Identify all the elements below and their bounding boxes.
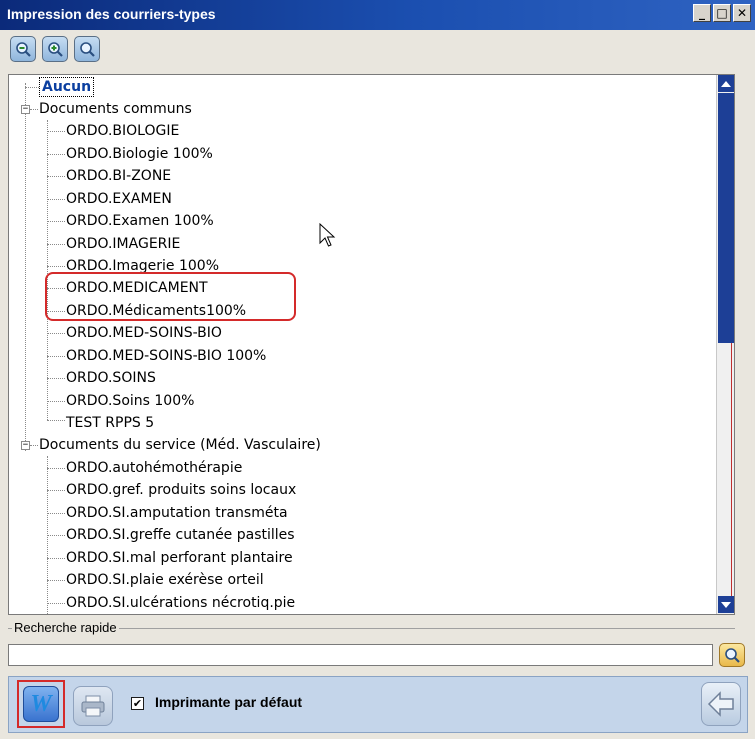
tree-item[interactable]: ORDO.Soins 100% [66,390,194,412]
title-bar[interactable]: Impression des courriers-types _ □ ✕ [0,0,755,30]
tree-connector [47,420,65,421]
collapse-all-button[interactable] [10,36,36,62]
window-title: Impression des courriers-types [7,6,216,22]
tree-item[interactable]: ORDO.SI.greffe cutanée pastilles [66,524,295,546]
tree-connector [47,244,65,245]
scroll-thumb[interactable] [718,93,734,343]
scroll-track-marker [731,343,732,596]
search-tree-button[interactable] [74,36,100,62]
minimize-button[interactable]: _ [693,4,711,22]
window-controls: _ □ ✕ [693,4,751,22]
quick-search-input[interactable] [8,644,713,666]
tree-item[interactable]: ORDO.Biologie 100% [66,143,213,165]
word-glyph: W [30,690,52,717]
default-printer-label: Imprimante par défaut [155,694,303,710]
tree-item[interactable]: ORDO.MED-SOINS-BIO 100% [66,345,266,367]
tree-connector [47,401,65,402]
tree-item[interactable]: ORDO.MED-SOINS-BIO [66,322,222,344]
bottom-action-bar: W ✔ Imprimante par défaut [8,676,748,733]
tree-item[interactable]: ORDO.EXAMEN [66,188,172,210]
tree-item[interactable]: ORDO.BIOLOGIE [66,120,179,142]
tree-item[interactable]: ORDO.gref. produits soins locaux [66,479,296,501]
tree-item[interactable]: ORDO.BI-ZONE [66,165,171,187]
tree-connector [47,513,65,514]
print-letter-templates-window: Impression des courriers-types _ □ ✕ Auc… [0,0,755,739]
tree-connector [47,333,65,334]
tree-connector [47,131,65,132]
tree-item[interactable]: ORDO.SI.plaie exérèse orteil [66,569,264,591]
tree-connector [47,378,65,379]
tree-connector [30,445,38,446]
collapse-group-1-toggle[interactable]: − [21,105,30,114]
tree-connector [47,176,65,177]
scroll-down-button[interactable] [718,596,734,613]
tree-connector [47,120,48,420]
tree-connector [25,83,26,451]
quick-search-label: Recherche rapide [12,620,119,635]
scroll-up-button[interactable] [718,75,734,92]
print-button[interactable] [73,686,113,726]
collapse-group-2-toggle[interactable]: − [21,441,30,450]
magnifier-icon [80,42,95,57]
tree-item[interactable]: ORDO.SOINS [66,367,156,389]
tree-scrollbar[interactable] [716,75,734,614]
tree-connector [47,221,65,222]
expand-all-button[interactable] [42,36,68,62]
highlight-annotation [45,272,296,321]
tree-connector [25,87,39,88]
maximize-button[interactable]: □ [713,4,731,22]
tree-item-label: Aucun [39,77,95,97]
arrow-left-icon [707,691,734,717]
tree-connector [47,468,65,469]
tree-connector [47,535,65,536]
tree-item-aucun[interactable]: Aucun [39,76,95,98]
open-in-word-button[interactable]: W [17,680,65,728]
tree-connector [47,603,65,604]
tree-item[interactable]: ORDO.Examen 100% [66,210,214,232]
tree-item[interactable]: ORDO.autohémothérapie [66,457,242,479]
back-button[interactable] [701,682,741,726]
magnifier-minus-icon [16,42,31,57]
tree-content: Aucun − Documents communs ORDO.BIOLOGIE … [9,75,719,614]
tree-connector [47,356,65,357]
tree-connector [47,266,65,267]
magnifier-plus-icon [48,42,63,57]
mouse-pointer-icon [319,223,336,247]
arrow-up-icon [721,80,731,87]
tree-connector [30,109,38,110]
tree-item[interactable]: ORDO.SI.ulcérations nécrotiq.pie [66,592,295,614]
tree-group-documents-du-service[interactable]: Documents du service (Méd. Vasculaire) [39,434,321,456]
word-icon: W [23,686,59,722]
printer-icon [81,695,105,717]
document-tree[interactable]: Aucun − Documents communs ORDO.BIOLOGIE … [8,74,735,615]
tree-connector [47,490,65,491]
tree-item[interactable]: TEST RPPS 5 [66,412,154,434]
toolbar [10,36,100,66]
tree-item[interactable]: ORDO.IMAGERIE [66,233,180,255]
tree-connector [47,199,65,200]
tree-group-documents-communs[interactable]: Documents communs [39,98,192,120]
tree-connector [47,558,65,559]
magnifier-icon [725,648,740,663]
tree-connector [47,580,65,581]
tree-item[interactable]: ORDO.SI.amputation transméta [66,502,288,524]
tree-item[interactable]: ORDO.SI.mal perforant plantaire [66,547,293,569]
default-printer-checkbox[interactable]: ✔ [131,697,144,710]
close-button[interactable]: ✕ [733,4,751,22]
tree-connector [47,154,65,155]
quick-search-button[interactable] [719,643,745,667]
arrow-down-icon [721,601,731,608]
